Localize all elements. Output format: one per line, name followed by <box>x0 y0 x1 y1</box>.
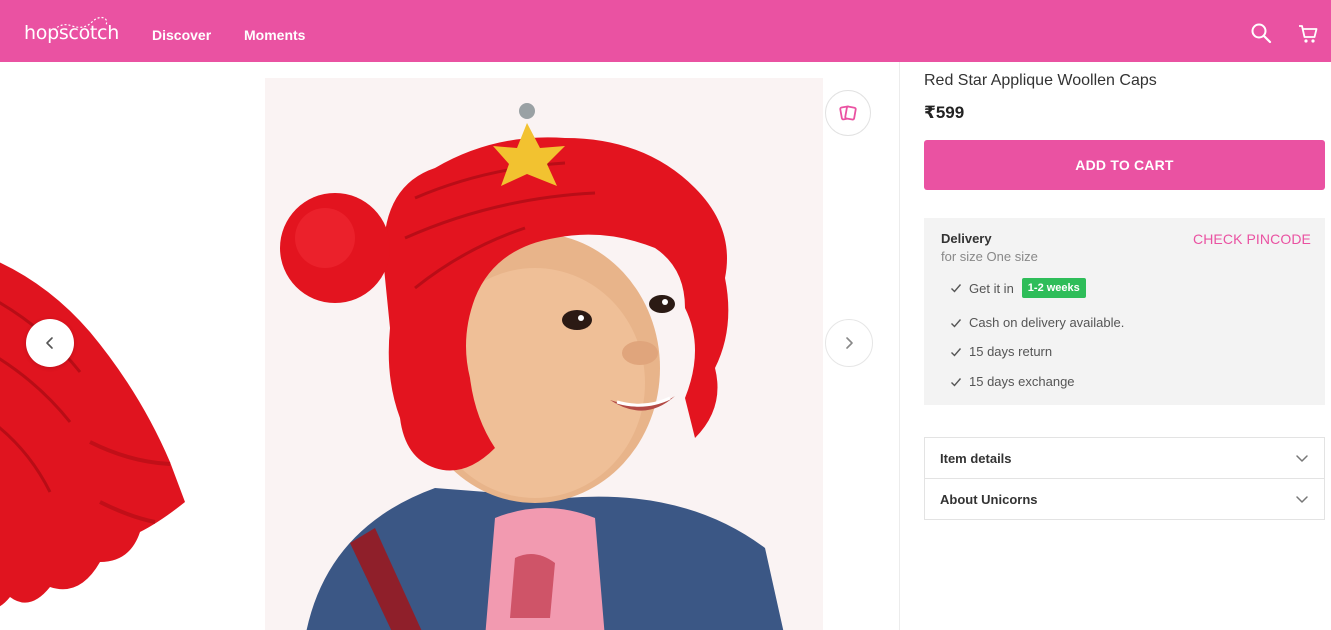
logo-text: hopscotch <box>24 22 119 44</box>
eta-label: Get it in <box>969 280 1014 296</box>
feature-return: 15 days return <box>969 344 1053 359</box>
accordion-item-details[interactable]: Item details <box>924 437 1325 479</box>
chevron-down-icon <box>1296 496 1308 503</box>
accordion-about-brand[interactable]: About Unicorns <box>924 478 1325 520</box>
vertical-divider <box>899 62 900 630</box>
search-icon[interactable] <box>1250 22 1272 44</box>
check-icon <box>951 284 962 293</box>
delivery-panel: Delivery for size One size CHECK PINCODE… <box>924 218 1325 405</box>
previous-product-image[interactable] <box>0 202 190 622</box>
nav-discover[interactable]: Discover <box>152 27 211 43</box>
product-price: ₹599 <box>924 103 965 122</box>
add-to-cart-button[interactable]: ADD TO CART <box>924 140 1325 190</box>
accordion-label: Item details <box>940 451 1012 466</box>
hopscotch-logo[interactable]: hopscotch <box>24 12 119 52</box>
gallery-next-button[interactable] <box>825 319 873 367</box>
check-icon <box>951 318 962 328</box>
wishlist-button[interactable] <box>825 90 871 136</box>
accordion-label: About Unicorns <box>940 492 1038 507</box>
delivery-eta-row: Get it in 1-2 weeks <box>950 278 1086 298</box>
check-icon <box>951 347 962 357</box>
wishlist-icon <box>839 105 857 121</box>
gallery-prev-button[interactable] <box>26 319 74 367</box>
top-header: hopscotch Discover Moments <box>0 0 1331 62</box>
baby-wearing-cap-illustration <box>265 78 823 630</box>
product-main-image[interactable] <box>265 78 823 630</box>
check-icon <box>951 377 962 387</box>
delivery-title: Delivery <box>941 231 992 246</box>
chevron-down-icon <box>1296 455 1308 462</box>
eta-badge: 1-2 weeks <box>1021 278 1086 298</box>
product-title: Red Star Applique Woollen Caps <box>924 72 1157 89</box>
product-gallery <box>0 62 900 630</box>
chevron-left-icon <box>46 337 53 349</box>
feature-exchange: 15 days exchange <box>969 374 1075 389</box>
feature-cod: Cash on delivery available. <box>969 315 1125 330</box>
delivery-size-label: for size One size <box>941 249 1038 264</box>
delivery-feature-row: 15 days return <box>950 344 1052 359</box>
cart-icon[interactable] <box>1297 22 1319 44</box>
nav-moments[interactable]: Moments <box>244 27 305 43</box>
check-pincode-link[interactable]: CHECK PINCODE <box>1193 231 1311 247</box>
delivery-feature-row: Cash on delivery available. <box>950 315 1124 330</box>
delivery-feature-row: 15 days exchange <box>950 374 1075 389</box>
chevron-right-icon <box>846 337 853 349</box>
